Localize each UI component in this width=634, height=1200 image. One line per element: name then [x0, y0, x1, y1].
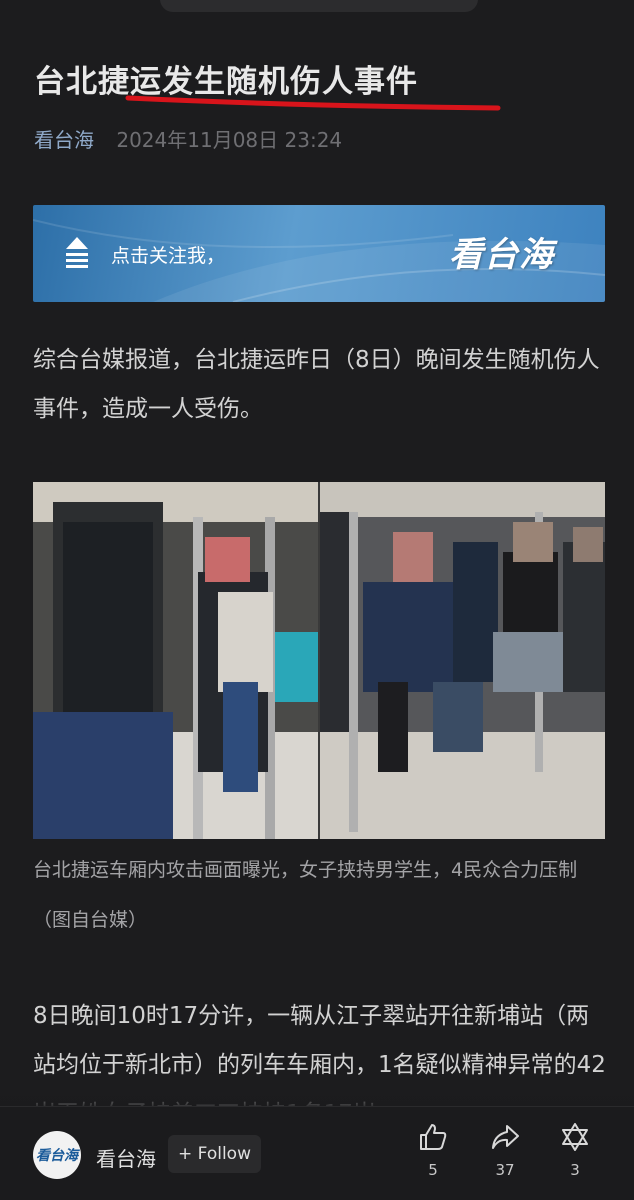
follow-button[interactable]: + Follow: [168, 1135, 261, 1173]
follow-banner[interactable]: 点击关注我， 看台海: [33, 205, 605, 302]
red-underline-annotation: [125, 95, 501, 111]
source-link[interactable]: 看台海: [34, 128, 94, 152]
article-paragraph: 综合台媒报道，台北捷运昨日（8日）晚间发生随机伤人事件，造成一人受伤。: [33, 347, 600, 422]
favorite-button[interactable]: 3: [550, 1121, 600, 1179]
banner-brand-logo: 看台海: [449, 235, 554, 275]
banner-follow-text: 点击关注我，: [111, 245, 226, 267]
thumbs-up-icon: [420, 1124, 447, 1150]
photo-caption: 台北捷运车厢内攻击画面曝光，女子挟持男学生，4民众合力压制（图自台媒）: [33, 859, 578, 931]
like-count: 5: [428, 1161, 438, 1179]
avatar[interactable]: 看台海: [33, 1131, 81, 1179]
like-button[interactable]: 5: [408, 1121, 458, 1179]
account-name[interactable]: 看台海: [96, 1143, 156, 1172]
upload-arrow-icon: [66, 237, 88, 268]
share-button[interactable]: 37: [480, 1121, 530, 1179]
publish-datetime: 2024年11月08日 23:24: [116, 128, 343, 152]
star-of-david-icon: [562, 1123, 588, 1151]
favorite-count: 3: [570, 1161, 580, 1179]
article-meta: 看台海 2024年11月08日 23:24: [34, 124, 342, 153]
news-photo: [33, 482, 605, 839]
share-count: 37: [495, 1161, 515, 1179]
share-arrow-icon: [492, 1125, 519, 1149]
bottom-action-bar: 看台海 看台海 + Follow 5 37 3: [0, 1106, 634, 1200]
